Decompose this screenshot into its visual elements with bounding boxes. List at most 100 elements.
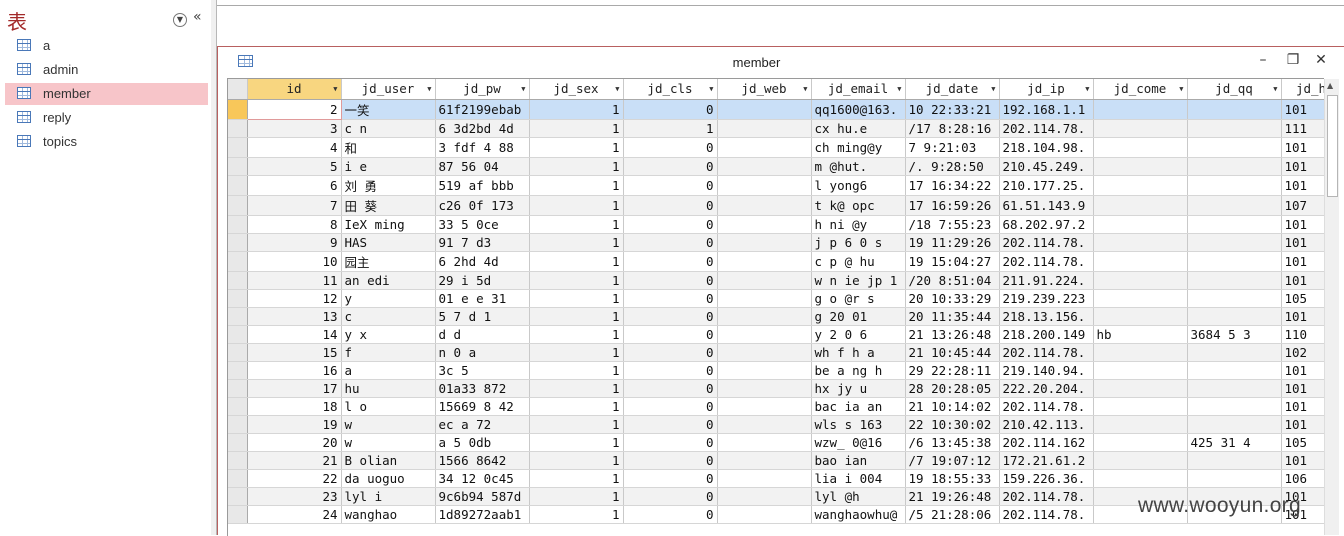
cell-jd_qq[interactable] <box>1187 195 1282 216</box>
cell-jd_come[interactable] <box>1093 119 1188 138</box>
scrollbar-thumb[interactable] <box>1327 95 1338 197</box>
cell-jd_date[interactable]: 17 16:59:26 <box>905 195 1000 216</box>
cell-jd_web[interactable] <box>717 433 812 452</box>
row-selector[interactable] <box>228 379 248 398</box>
cell-jd_date[interactable]: 29 22:28:11 <box>905 361 1000 380</box>
cell-jd_sex[interactable]: 1 <box>529 505 624 524</box>
cell-id[interactable]: 9 <box>247 233 342 252</box>
cell-jd_pw[interactable]: 33 5 0ce <box>435 215 530 234</box>
row-selector[interactable] <box>228 415 248 434</box>
cell-jd_user[interactable]: an edi <box>341 271 436 290</box>
cell-jd_date[interactable]: /20 8:51:04 <box>905 271 1000 290</box>
cell-jd_sex[interactable]: 1 <box>529 307 624 326</box>
table-row[interactable]: 8 IeX ming 33 5 0ce 1 0 h ni @y/18 7:55:23 68.… <box>228 215 1324 234</box>
cell-jd_cls[interactable]: 0 <box>623 289 718 308</box>
cell-jd_come[interactable] <box>1093 379 1188 398</box>
cell-jd_cls[interactable]: 0 <box>623 233 718 252</box>
scroll-up-icon[interactable]: ▲ <box>1327 81 1333 90</box>
table-row[interactable]: 13 c5 7 d 110 g 20 01 20 11:35:44 218.13.15… <box>228 307 1324 326</box>
cell-jd_come[interactable] <box>1093 251 1188 272</box>
cell-jd_come[interactable] <box>1093 343 1188 362</box>
cell-jd_sex[interactable]: 1 <box>529 325 624 344</box>
cell-jd_web[interactable] <box>717 505 812 524</box>
cell-jd_cls[interactable]: 0 <box>623 469 718 488</box>
filter-dropdown-icon[interactable]: ▼ <box>709 85 713 93</box>
cell-jd_user[interactable]: a <box>341 361 436 380</box>
cell-jd_web[interactable] <box>717 289 812 308</box>
cell-jd_cls[interactable]: 0 <box>623 157 718 176</box>
cell-jd_email[interactable]: g o @r s <box>811 289 906 308</box>
cell-jd_h[interactable]: 107 <box>1281 195 1324 216</box>
cell-id[interactable]: 13 <box>247 307 342 326</box>
cell-jd_web[interactable] <box>717 487 812 506</box>
cell-jd_pw[interactable]: 87 56 04 <box>435 157 530 176</box>
cell-jd_date[interactable]: 21 19:26:48 <box>905 487 1000 506</box>
cell-jd_ip[interactable]: 172.21.61.2 <box>999 451 1094 470</box>
cell-jd_web[interactable] <box>717 99 812 120</box>
cell-jd_email[interactable]: lia i 004 <box>811 469 906 488</box>
cell-jd_date[interactable]: 21 10:45:44 <box>905 343 1000 362</box>
cell-jd_h[interactable]: 101 <box>1281 379 1324 398</box>
cell-jd_come[interactable] <box>1093 433 1188 452</box>
column-header-jd_user[interactable]: jd_user ▼ <box>341 79 436 100</box>
cell-id[interactable]: 24 <box>247 505 342 524</box>
cell-jd_cls[interactable]: 0 <box>623 451 718 470</box>
cell-jd_h[interactable]: 105 <box>1281 433 1324 452</box>
row-selector[interactable] <box>228 451 248 470</box>
chevron-down-icon[interactable]: ▼ <box>173 13 187 27</box>
cell-jd_pw[interactable]: 9c6b94 587d <box>435 487 530 506</box>
cell-jd_date[interactable]: /18 7:55:23 <box>905 215 1000 234</box>
cell-jd_h[interactable]: 101 <box>1281 415 1324 434</box>
column-header-jd_ip[interactable]: jd_ip ▼ <box>999 79 1094 100</box>
cell-jd_come[interactable] <box>1093 415 1188 434</box>
cell-jd_come[interactable] <box>1093 157 1188 176</box>
cell-jd_sex[interactable]: 1 <box>529 289 624 308</box>
cell-jd_ip[interactable]: 218.13.156. <box>999 307 1094 326</box>
cell-jd_web[interactable] <box>717 251 812 272</box>
row-selector[interactable] <box>228 119 248 138</box>
cell-jd_h[interactable]: 101 <box>1281 251 1324 272</box>
cell-jd_h[interactable]: 101 <box>1281 215 1324 234</box>
table-row[interactable]: 20 w a 5 0db 1 0 wzw_ 0@16/6 13:45:38 202.114.… <box>228 433 1324 452</box>
cell-jd_web[interactable] <box>717 325 812 344</box>
cell-id[interactable]: 20 <box>247 433 342 452</box>
filter-dropdown-icon[interactable]: ▼ <box>803 85 807 93</box>
nav-item-a[interactable]: a <box>5 35 208 57</box>
filter-dropdown-icon[interactable]: ▼ <box>1273 85 1277 93</box>
nav-item-member[interactable]: member <box>5 83 208 105</box>
table-row[interactable]: 5i e 87 56 04 1 0 m @hut./. 9:28:50 210.45.24… <box>228 157 1324 176</box>
cell-jd_pw[interactable]: n 0 a <box>435 343 530 362</box>
cell-jd_ip[interactable]: 219.140.94. <box>999 361 1094 380</box>
minimize-button[interactable]: – <box>1254 51 1272 69</box>
cell-jd_pw[interactable]: 01a33 872 <box>435 379 530 398</box>
table-row[interactable]: 10 园主 6 2hd 4d 1 0 c p @ hu 19 15:04:27 202.114… <box>228 251 1324 272</box>
cell-id[interactable]: 21 <box>247 451 342 470</box>
cell-jd_cls[interactable]: 0 <box>623 215 718 234</box>
filter-dropdown-icon[interactable]: ▼ <box>1085 85 1089 93</box>
row-selector[interactable] <box>228 361 248 380</box>
cell-jd_email[interactable]: h ni @y <box>811 215 906 234</box>
cell-jd_date[interactable]: 17 16:34:22 <box>905 175 1000 196</box>
cell-id[interactable]: 7 <box>247 195 342 216</box>
cell-jd_pw[interactable]: 15669 8 42 <box>435 397 530 416</box>
cell-jd_sex[interactable]: 1 <box>529 157 624 176</box>
row-selector[interactable] <box>228 215 248 234</box>
cell-jd_pw[interactable]: 5 7 d 1 <box>435 307 530 326</box>
cell-jd_email[interactable]: l yong6 <box>811 175 906 196</box>
cell-jd_sex[interactable]: 1 <box>529 233 624 252</box>
cell-jd_pw[interactable]: 6 3d2bd 4d <box>435 119 530 138</box>
row-selector[interactable] <box>228 325 248 344</box>
cell-jd_web[interactable] <box>717 415 812 434</box>
cell-id[interactable]: 23 <box>247 487 342 506</box>
cell-jd_date[interactable]: /7 19:07:12 <box>905 451 1000 470</box>
column-header-jd_h[interactable]: jd_h <box>1281 79 1324 100</box>
cell-jd_sex[interactable]: 1 <box>529 487 624 506</box>
cell-jd_cls[interactable]: 0 <box>623 505 718 524</box>
cell-jd_pw[interactable]: 34 12 0c45 <box>435 469 530 488</box>
cell-jd_date[interactable]: /. 9:28:50 <box>905 157 1000 176</box>
cell-jd_h[interactable]: 101 <box>1281 397 1324 416</box>
row-selector[interactable] <box>228 233 248 252</box>
cell-jd_email[interactable]: qq1600@163. <box>811 99 906 120</box>
cell-jd_ip[interactable]: 159.226.36. <box>999 469 1094 488</box>
cell-jd_sex[interactable]: 1 <box>529 451 624 470</box>
